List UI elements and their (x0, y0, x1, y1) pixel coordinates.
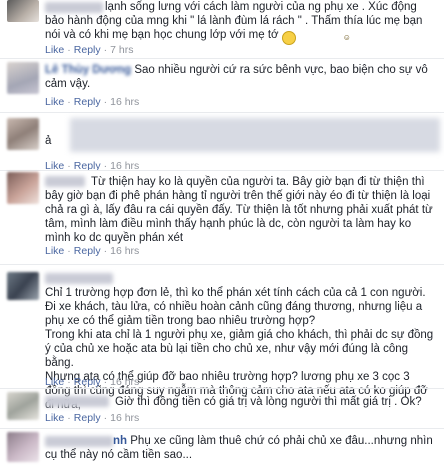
reply-link[interactable]: Reply (74, 376, 101, 388)
avatar[interactable] (7, 392, 39, 420)
timestamp[interactable]: 16 hrs (110, 376, 139, 388)
divider (0, 58, 444, 59)
comment-text: Lê Thùy Dương Sao nhiều người cứ ra sức … (45, 64, 428, 90)
divider (0, 170, 444, 171)
reply-link[interactable]: Reply (74, 245, 101, 257)
avatar[interactable] (7, 118, 39, 150)
comment-meta: Like · Reply · 16 hrs (45, 376, 140, 388)
avatar[interactable] (7, 172, 39, 204)
commenter-name[interactable]: Lê Thùy Dương (45, 64, 131, 76)
comment-meta: Like · Reply · 7 hrs (45, 44, 134, 56)
comment-item: Lê Thùy Dương Sao nhiều người cứ ra sức … (0, 60, 444, 110)
avatar[interactable] (7, 0, 39, 22)
comment-text: Từ thiện hay ko là quyền của người ta. B… (45, 176, 433, 244)
comment-text: nh Phụ xe cũng làm thuê chứ có phải chủ … (45, 435, 433, 461)
comment-text: Chỉ 1 trường hợp đơn lẻ, thì ko thể phán… (45, 287, 434, 411)
avatar[interactable] (7, 62, 39, 94)
timestamp[interactable]: 16 hrs (110, 245, 139, 257)
reply-link[interactable]: Reply (74, 44, 101, 56)
redacted-comment-text (70, 118, 440, 152)
timestamp[interactable]: 16 hrs (110, 412, 139, 424)
commenter-name[interactable]: nh (113, 435, 127, 447)
divider (0, 112, 444, 113)
comment-meta: Like · Reply · 16 hrs (45, 245, 140, 257)
comment-meta: Like · Reply · 16 hrs (45, 96, 140, 108)
comment-item: Giờ thì đồng tiền có giá trị và lòng ngư… (0, 392, 444, 428)
divider (0, 428, 444, 429)
comment-item: Chỉ 1 trường hợp đơn lẻ, thì ko thể phán… (0, 268, 444, 411)
comment-item: ả Like · Reply · 16 hrs (0, 114, 444, 172)
timestamp[interactable]: 7 hrs (110, 44, 133, 56)
divider (0, 388, 444, 389)
comment-item: nh Phụ xe cũng làm thuê chứ có phải chủ … (0, 430, 444, 473)
comment-text: ả (45, 135, 52, 147)
comment-item: Từ thiện hay ko là quyền của người ta. B… (0, 172, 444, 260)
timestamp[interactable]: 16 hrs (110, 96, 139, 108)
like-link[interactable]: Like (45, 412, 64, 424)
comment-text: Giờ thì đồng tiền có giá trị và lòng ngư… (115, 396, 422, 408)
divider (0, 264, 444, 265)
like-link[interactable]: Like (45, 96, 64, 108)
like-link[interactable]: Like (45, 245, 64, 257)
reply-link[interactable]: Reply (74, 412, 101, 424)
like-link[interactable]: Like (45, 376, 64, 388)
comment-text: lạnh sống lưng với cách làm người của ng… (45, 0, 437, 45)
like-link[interactable]: Like (45, 44, 64, 56)
avatar[interactable] (7, 432, 39, 462)
comment-meta: Like · Reply · 16 hrs (45, 412, 140, 424)
avatar[interactable] (7, 272, 39, 300)
reply-link[interactable]: Reply (74, 96, 101, 108)
smiley-emoji: ☺ (281, 31, 351, 45)
comment-item: lạnh sống lưng với cách làm người của ng… (0, 0, 444, 56)
